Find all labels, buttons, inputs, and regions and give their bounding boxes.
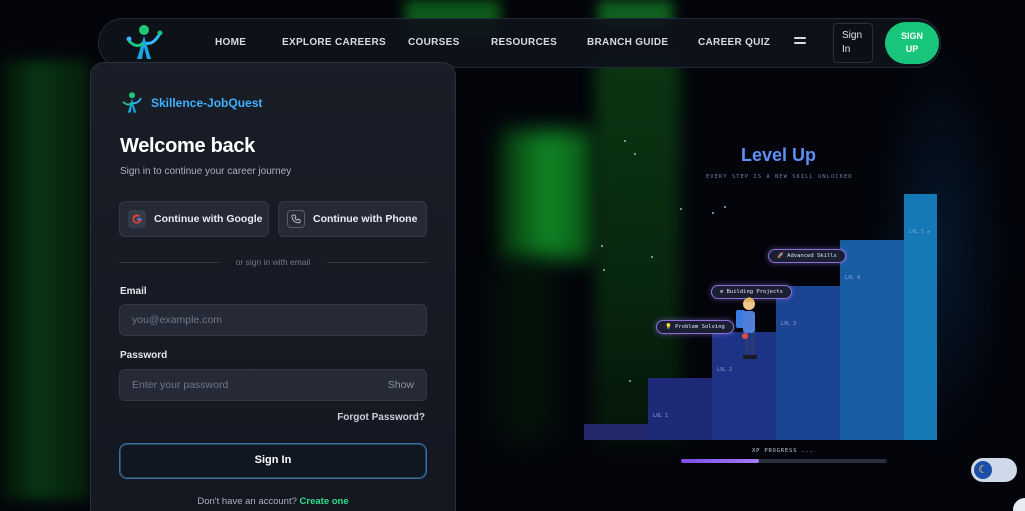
google-icon xyxy=(128,210,146,228)
no-account-text: Don't have an account? xyxy=(197,496,297,507)
forgot-password-link[interactable]: Forgot Password? xyxy=(337,412,425,423)
signin-button[interactable]: Sign In xyxy=(119,443,427,479)
stair-base xyxy=(584,424,650,440)
google-signin-button[interactable]: Continue with Google xyxy=(119,201,269,237)
nav-courses[interactable]: COURSES xyxy=(408,37,460,48)
climber-figure xyxy=(736,297,757,359)
level-label: LVL 5 ★ xyxy=(909,229,931,235)
star xyxy=(603,269,605,271)
level-label: LVL 3 xyxy=(781,321,797,327)
nav-signin-button[interactable]: Sign In xyxy=(833,23,873,63)
divider: or sign in with email xyxy=(119,256,427,268)
nav-resources[interactable]: RESOURCES xyxy=(491,37,557,48)
star xyxy=(724,206,726,208)
email-field[interactable]: you@example.com xyxy=(119,304,427,336)
nav-explore-careers[interactable]: EXPLORE CAREERS xyxy=(282,37,386,48)
show-password-toggle[interactable]: Show xyxy=(388,379,414,391)
star xyxy=(712,212,714,214)
login-card: Skillence-JobQuest Welcome back Sign in … xyxy=(90,62,456,511)
stair-lvl1 xyxy=(648,378,714,440)
skillence-logo-icon xyxy=(122,92,142,113)
moon-icon: ☾ xyxy=(974,461,992,479)
password-placeholder: Enter your password xyxy=(132,379,229,391)
skillence-logo-icon[interactable] xyxy=(123,23,165,63)
theme-toggle[interactable]: ☾ xyxy=(971,458,1017,482)
level-label: LVL 4 xyxy=(845,275,861,281)
password-label: Password xyxy=(120,350,168,361)
star xyxy=(634,153,636,155)
skill-badge: 🚀 Advanced Skills xyxy=(768,249,846,263)
signup-prompt: Don't have an account? Create one xyxy=(91,496,455,507)
page-title: Welcome back xyxy=(120,135,255,157)
levelup-title: Level Up xyxy=(741,145,817,165)
nav-career-quiz[interactable]: CAREER QUIZ xyxy=(698,37,770,48)
menu-icon[interactable] xyxy=(794,37,806,47)
star xyxy=(624,140,626,142)
star xyxy=(680,208,682,210)
stair-lvl4 xyxy=(840,240,906,440)
star xyxy=(601,245,603,247)
stair-lvl3 xyxy=(776,286,842,440)
level-label: LVL 1 xyxy=(653,413,669,419)
page-subtitle: Sign in to continue your career journey xyxy=(120,166,292,177)
nav-signup-line2: UP xyxy=(905,44,919,54)
password-field[interactable]: Enter your password Show xyxy=(119,369,427,401)
xp-progress-label: XP PROGRESS ... xyxy=(752,448,814,454)
nav-home[interactable]: HOME xyxy=(215,37,246,48)
nav-signin-line2: In xyxy=(842,44,851,55)
navbar: HOME EXPLORE CAREERS COURSES RESOURCES B… xyxy=(98,18,941,68)
phone-signin-button[interactable]: Continue with Phone xyxy=(278,201,427,237)
nav-signup-line1: SIGN xyxy=(900,31,923,41)
phone-icon xyxy=(287,210,305,228)
xp-progress-bar xyxy=(681,459,887,463)
levelup-subtitle: EVERY STEP IS A NEW SKILL UNLOCKED xyxy=(706,174,853,180)
nav-signin-line1: Sign xyxy=(842,30,863,41)
create-account-link[interactable]: Create one xyxy=(300,496,349,507)
email-placeholder: you@example.com xyxy=(132,314,223,326)
phone-signin-label: Continue with Phone xyxy=(313,213,418,225)
star xyxy=(651,256,653,258)
level-label: LVL 2 xyxy=(717,367,733,373)
nav-signup-button[interactable]: SIGN UP xyxy=(885,22,939,64)
divider-text: or sign in with email xyxy=(235,257,311,267)
email-label: Email xyxy=(120,286,147,297)
nav-branch-guide[interactable]: BRANCH GUIDE xyxy=(587,37,668,48)
xp-progress-fill xyxy=(681,459,760,463)
google-signin-label: Continue with Google xyxy=(154,213,263,225)
skill-badge: 💡 Problem Solving xyxy=(656,320,734,334)
brand: Skillence-JobQuest xyxy=(119,91,262,115)
star xyxy=(629,380,631,382)
brand-name: Skillence-JobQuest xyxy=(151,96,263,110)
